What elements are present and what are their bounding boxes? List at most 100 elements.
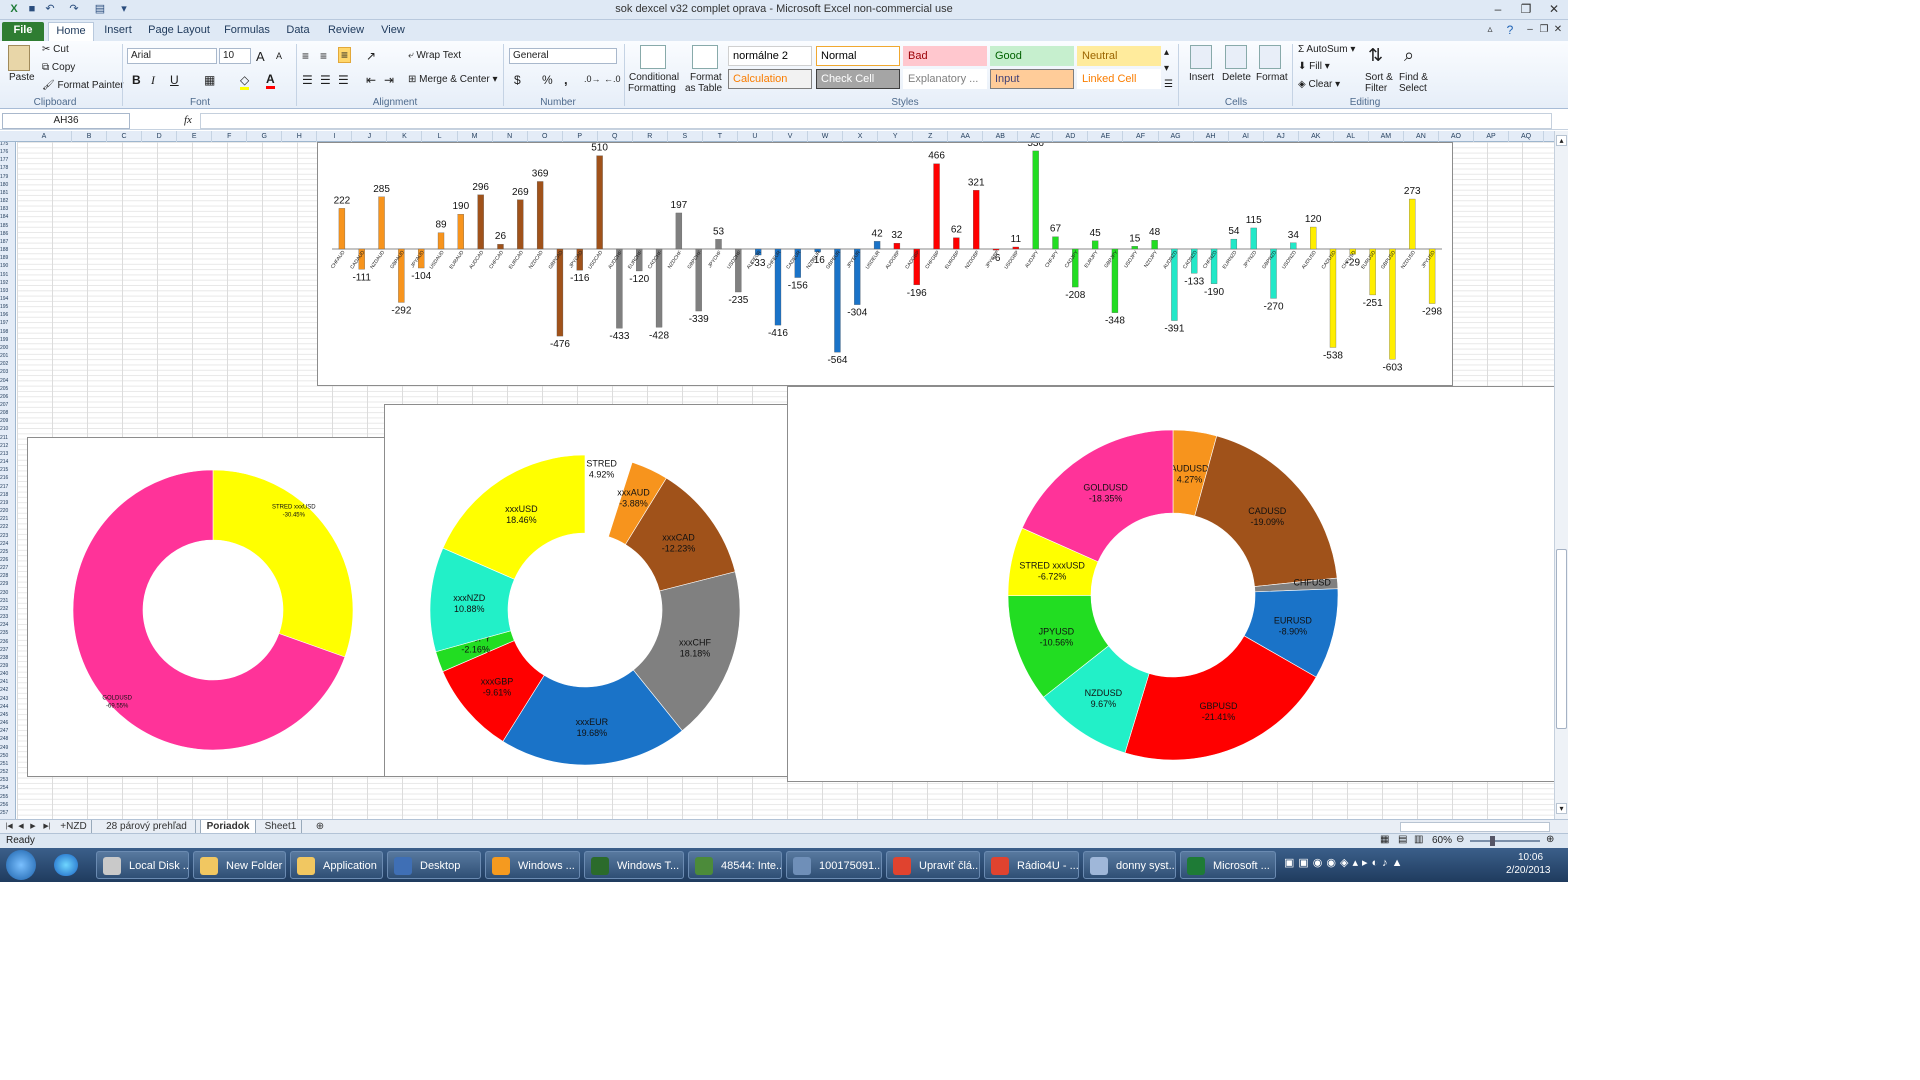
- zoom-slider-thumb[interactable]: [1490, 836, 1495, 846]
- row-header[interactable]: 181: [0, 190, 15, 196]
- tab-review[interactable]: Review: [324, 22, 368, 41]
- column-header-Z[interactable]: Z: [913, 131, 949, 142]
- bar[interactable]: [1131, 246, 1138, 250]
- scroll-down-icon[interactable]: ▾: [1556, 803, 1567, 814]
- increase-indent-icon[interactable]: ⇥: [384, 73, 394, 87]
- restore-button[interactable]: ❐: [1512, 0, 1540, 18]
- increase-decimal-icon[interactable]: .0→: [584, 74, 601, 84]
- row-header[interactable]: 248: [0, 737, 15, 742]
- row-header[interactable]: 199: [0, 337, 15, 343]
- row-header[interactable]: 247: [0, 729, 15, 734]
- find-select-label[interactable]: Find &: [1399, 72, 1428, 83]
- taskbar-button[interactable]: Microsoft ...: [1180, 851, 1276, 879]
- column-header-AA[interactable]: AA: [948, 131, 984, 142]
- row-header[interactable]: 185: [0, 223, 15, 229]
- bar[interactable]: [477, 194, 484, 250]
- paste-button[interactable]: Paste: [9, 72, 35, 83]
- taskbar-button[interactable]: Desktop: [387, 851, 481, 879]
- row-header[interactable]: 208: [0, 411, 15, 416]
- row-header[interactable]: 188: [0, 248, 15, 253]
- binoculars-icon[interactable]: ⌕: [1404, 45, 1414, 66]
- tab-home[interactable]: Home: [48, 22, 94, 41]
- row-header[interactable]: 215: [0, 468, 15, 473]
- column-header-A[interactable]: A: [17, 131, 72, 142]
- find-select-label-2[interactable]: Select: [1399, 83, 1427, 94]
- row-header[interactable]: 227: [0, 566, 15, 571]
- column-header-F[interactable]: F: [212, 131, 248, 142]
- row-header[interactable]: 239: [0, 664, 15, 669]
- row-header[interactable]: 209: [0, 419, 15, 424]
- row-header[interactable]: 178: [0, 166, 15, 171]
- row-header[interactable]: 253: [0, 778, 15, 783]
- bar[interactable]: [1032, 150, 1039, 250]
- column-header-S[interactable]: S: [668, 131, 703, 142]
- row-header[interactable]: 217: [0, 484, 15, 490]
- bar[interactable]: [536, 181, 544, 250]
- column-header-AP[interactable]: AP: [1474, 131, 1510, 142]
- number-format-dropdown[interactable]: General: [509, 48, 617, 64]
- align-middle-icon[interactable]: ≡: [320, 49, 327, 63]
- shrink-font-button[interactable]: A: [276, 51, 282, 61]
- sort-filter-label-2[interactable]: Filter: [1365, 83, 1387, 94]
- zoom-out-icon[interactable]: ⊖: [1456, 834, 1464, 845]
- close-button[interactable]: ✕: [1540, 0, 1568, 18]
- column-header-K[interactable]: K: [387, 131, 423, 142]
- zoom-slider[interactable]: [1470, 840, 1540, 842]
- column-header-AH[interactable]: AH: [1194, 131, 1229, 142]
- taskbar-button[interactable]: Local Disk ...: [96, 851, 189, 879]
- row-header[interactable]: 184: [0, 215, 15, 220]
- row-header[interactable]: 177: [0, 158, 15, 163]
- row-header[interactable]: 218: [0, 492, 15, 498]
- zoom-in-icon[interactable]: ⊕: [1546, 834, 1554, 845]
- orientation-icon[interactable]: ↗: [366, 49, 376, 63]
- row-header[interactable]: 219: [0, 500, 15, 506]
- internet-explorer-icon[interactable]: [54, 854, 78, 876]
- row-header[interactable]: 216: [0, 476, 15, 481]
- row-header[interactable]: 235: [0, 631, 15, 636]
- page-break-view-icon[interactable]: ▥: [1414, 834, 1423, 845]
- row-header[interactable]: 206: [0, 394, 15, 400]
- clear-button[interactable]: ◈ Clear ▾: [1298, 79, 1340, 90]
- align-top-icon[interactable]: ≡: [302, 49, 309, 63]
- row-header[interactable]: 198: [0, 329, 15, 335]
- column-header-AC[interactable]: AC: [1018, 131, 1054, 142]
- row-header[interactable]: 194: [0, 296, 15, 302]
- taskbar-button[interactable]: Upraviť člá...: [886, 851, 980, 879]
- donut-slice[interactable]: [212, 469, 354, 658]
- column-header-M[interactable]: M: [458, 131, 493, 142]
- tab-formulas[interactable]: Formulas: [220, 22, 274, 41]
- first-sheet-button[interactable]: |◀: [4, 820, 14, 834]
- column-header-N[interactable]: N: [493, 131, 528, 142]
- bar[interactable]: [1250, 227, 1257, 250]
- bar[interactable]: [338, 208, 346, 250]
- column-header-J[interactable]: J: [352, 131, 388, 142]
- row-header[interactable]: 255: [0, 794, 15, 800]
- column-header-I[interactable]: I: [317, 131, 353, 142]
- row-header[interactable]: 229: [0, 582, 15, 587]
- row-header[interactable]: 191: [0, 272, 15, 278]
- bar-chart[interactable]: 222 CHFAUD -111 CADAUD 285 NZDAUD -292 GBPAUD -1…: [317, 138, 1453, 386]
- row-header[interactable]: 200: [0, 345, 15, 351]
- tab-view[interactable]: View: [376, 22, 410, 41]
- wrap-text-button[interactable]: ⤶ Wrap Text: [408, 50, 461, 61]
- zoom-level[interactable]: 60%: [1432, 835, 1452, 846]
- row-header[interactable]: 179: [0, 174, 15, 180]
- bar[interactable]: [873, 241, 881, 250]
- delete-cells-icon[interactable]: [1225, 45, 1247, 69]
- row-header[interactable]: 225: [0, 549, 15, 555]
- row-header[interactable]: 223: [0, 533, 15, 539]
- row-header[interactable]: 228: [0, 574, 15, 579]
- row-header[interactable]: 210: [0, 427, 15, 432]
- cut-button[interactable]: ✂ Cut: [42, 44, 69, 55]
- scroll-thumb[interactable]: [1556, 549, 1567, 729]
- minimize-button[interactable]: –: [1484, 0, 1512, 18]
- new-sheet-icon[interactable]: ⊕: [312, 820, 328, 834]
- row-header[interactable]: 205: [0, 386, 15, 392]
- align-left-icon[interactable]: ☰: [302, 73, 313, 87]
- prev-sheet-button[interactable]: ◀: [16, 820, 26, 834]
- bar[interactable]: [1389, 248, 1396, 360]
- workbook-close-icon[interactable]: ✕: [1544, 21, 1568, 39]
- row-header[interactable]: 251: [0, 761, 15, 767]
- column-header-AL[interactable]: AL: [1334, 131, 1369, 142]
- bar[interactable]: [1409, 198, 1416, 250]
